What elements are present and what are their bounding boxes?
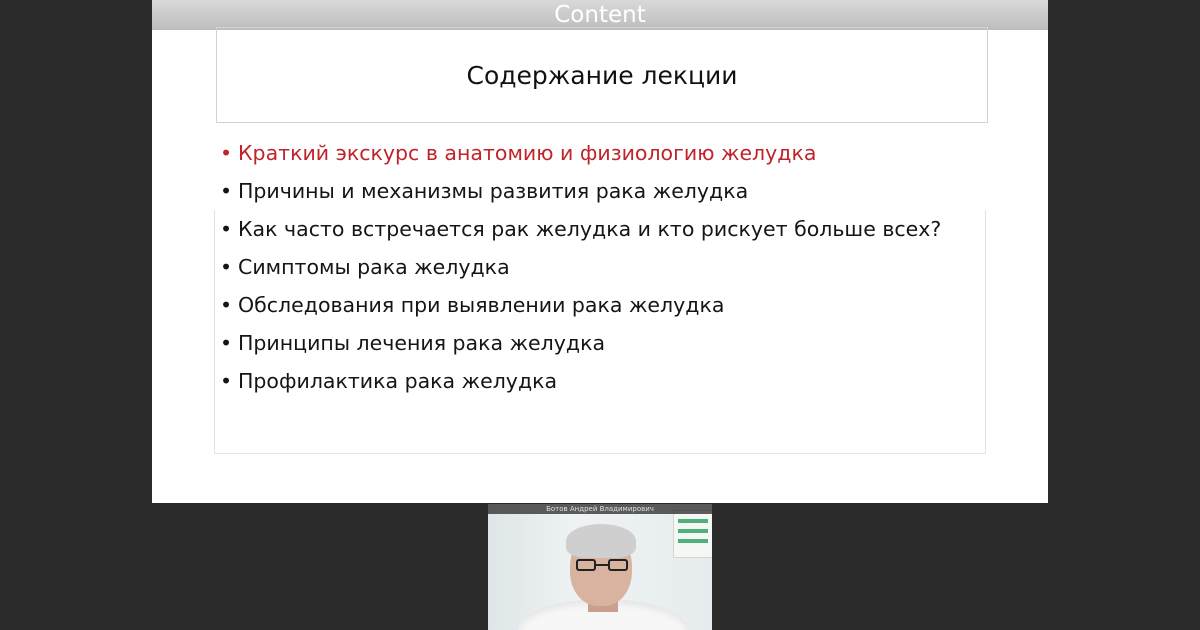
slide-bullet-list: • Краткий экскурс в анатомию и физиологи… (220, 134, 941, 400)
slide-bullet-item: • Симптомы рака желудка (220, 248, 941, 286)
bullet-icon: • (220, 255, 233, 279)
participant-video-tile[interactable]: Ботов Андрей Владимирович (488, 504, 712, 630)
bullet-icon: • (220, 179, 233, 203)
bullet-icon: • (220, 141, 233, 165)
bullet-icon: • (220, 369, 233, 393)
bullet-text: Причины и механизмы развития рака желудк… (238, 179, 749, 203)
slide-title-box: Содержание лекции (216, 27, 988, 123)
bullet-icon: • (220, 293, 233, 317)
bullet-text: Принципы лечения рака желудка (238, 331, 606, 355)
slide-bullet-item: • Принципы лечения рака желудка (220, 324, 941, 362)
slide-bullet-item: • Обследования при выявлении рака желудк… (220, 286, 941, 324)
slide-bullet-item: • Профилактика рака желудка (220, 362, 941, 400)
share-title-bar: Content (152, 0, 1048, 30)
bullet-text: Краткий экскурс в анатомию и физиологию … (238, 141, 817, 165)
share-title: Content (554, 2, 646, 28)
slide-bullet-item: • Краткий экскурс в анатомию и физиологи… (220, 134, 941, 172)
slide-bullet-item: • Причины и механизмы развития рака желу… (220, 172, 941, 210)
participant-name-label: Ботов Андрей Владимирович (488, 504, 712, 514)
glasses-icon (576, 559, 628, 573)
wall-poster (673, 510, 712, 558)
slide-heading: Содержание лекции (466, 61, 738, 90)
bullet-text: Как часто встречается рак желудка и кто … (238, 217, 942, 241)
bullet-text: Профилактика рака желудка (238, 369, 558, 393)
participant-hair (566, 524, 636, 558)
slide-bullet-item: • Как часто встречается рак желудка и кт… (220, 210, 941, 248)
bullet-icon: • (220, 331, 233, 355)
shared-screen: Content Содержание лекции • Краткий экск… (152, 0, 1048, 503)
bullet-icon: • (220, 217, 233, 241)
bullet-text: Обследования при выявлении рака желудка (238, 293, 725, 317)
bullet-text: Симптомы рака желудка (238, 255, 510, 279)
